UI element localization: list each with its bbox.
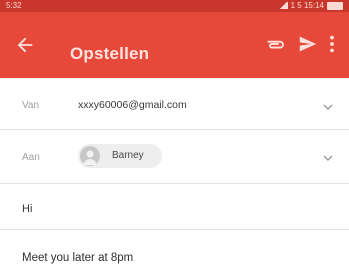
avatar bbox=[80, 146, 100, 166]
subject-row[interactable]: Hi bbox=[0, 184, 349, 230]
send-icon[interactable] bbox=[297, 33, 319, 55]
recipient-name: Barney bbox=[112, 150, 144, 161]
from-row: Van xxxy60006@gmail.com bbox=[0, 78, 349, 130]
status-bar: 5:32 1 5 15:14 bbox=[0, 0, 349, 12]
status-icons: 1 5 15:14 bbox=[278, 1, 343, 10]
body-field[interactable]: Meet you later at 8pm bbox=[22, 252, 133, 264]
chevron-down-icon[interactable] bbox=[323, 155, 333, 161]
more-vert-icon[interactable] bbox=[326, 33, 338, 55]
chevron-down-icon[interactable] bbox=[323, 104, 333, 110]
battery-icon bbox=[327, 1, 343, 10]
recipient-chip[interactable]: Barney bbox=[78, 144, 162, 168]
to-row: Aan Barney bbox=[0, 130, 349, 184]
signal-icon bbox=[278, 2, 288, 9]
status-time: 5:32 bbox=[6, 1, 22, 10]
subject-field[interactable]: Hi bbox=[22, 203, 32, 215]
body-row[interactable]: Meet you later at 8pm bbox=[0, 230, 349, 278]
person-icon bbox=[83, 150, 97, 165]
from-value[interactable]: xxxy60006@gmail.com bbox=[78, 99, 187, 111]
attachment-icon[interactable] bbox=[264, 33, 286, 55]
app-bar: Opstellen bbox=[0, 12, 349, 78]
back-arrow-icon[interactable] bbox=[14, 34, 36, 56]
from-label: Van bbox=[22, 100, 40, 111]
page-title: Opstellen bbox=[70, 44, 150, 63]
to-label: Aan bbox=[22, 152, 40, 163]
status-right-text: 1 5 15:14 bbox=[290, 1, 324, 10]
